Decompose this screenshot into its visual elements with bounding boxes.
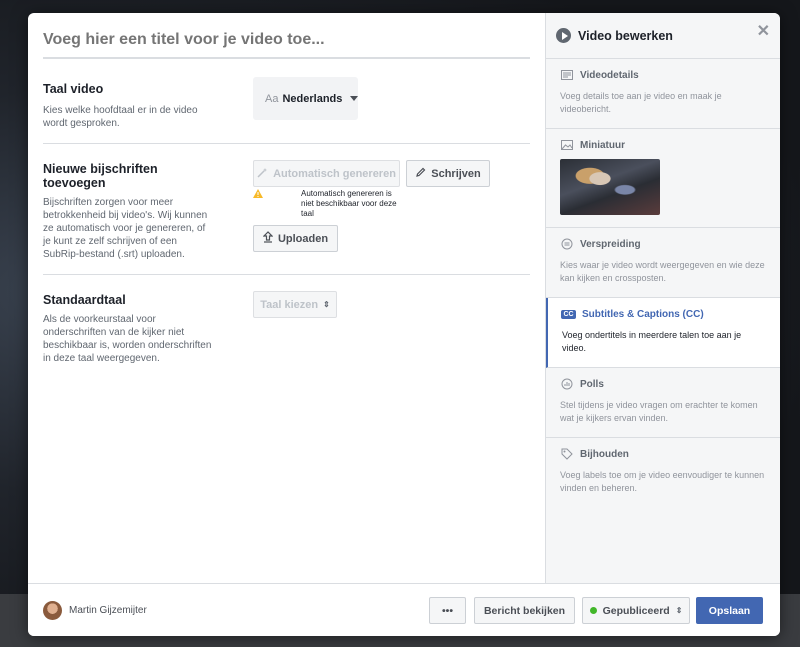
view-post-button[interactable]: Bericht bekijken — [474, 597, 575, 624]
play-icon — [556, 28, 571, 43]
cc-icon: CC — [561, 309, 576, 319]
sidebar-header: Video bewerken ✕ — [546, 13, 780, 59]
publish-status-select[interactable]: Gepubliceerd ⇕ — [582, 597, 690, 624]
captions-panel: Taal video Kies welke hoofdtaal er in de… — [28, 13, 545, 583]
distribution-icon — [560, 238, 573, 250]
save-button[interactable]: Opslaan — [696, 597, 763, 624]
add-captions-title: Nieuwe bijschriften toevoegen — [43, 162, 158, 190]
video-language-select[interactable]: Aa Nederlands — [253, 77, 359, 120]
published-status-dot — [589, 607, 597, 614]
video-language-value: Nederlands — [282, 92, 343, 105]
sidebar-item-verspreiding[interactable]: Verspreiding Kies waar je video wordt we… — [546, 228, 780, 298]
close-icon[interactable]: ✕ — [757, 21, 770, 41]
font-icon: Aa — [265, 92, 279, 105]
pencil-icon — [415, 167, 426, 181]
sidebar-title: Video bewerken — [578, 28, 673, 43]
avatar — [43, 601, 62, 620]
video-language-section: Taal video Kies welke hoofdtaal er in de… — [43, 59, 530, 144]
edit-video-sidebar: Video bewerken ✕ Videodetails Voeg detai… — [545, 13, 780, 583]
magic-wand-icon — [257, 167, 268, 181]
default-language-section: Standaardtaal Als de voorkeurstaal voor … — [43, 275, 530, 395]
video-thumbnail[interactable] — [560, 159, 660, 215]
choose-language-select[interactable]: Taal kiezen ⇕ — [253, 291, 337, 318]
dialog-footer: Martin Gijzemijter ••• Bericht bekijken … — [28, 583, 780, 636]
image-icon — [560, 139, 573, 151]
tag-icon — [560, 448, 573, 460]
sidebar-item-miniatuur[interactable]: Miniatuur — [546, 129, 780, 228]
video-title-input[interactable] — [43, 13, 530, 59]
sidebar-item-videodetails[interactable]: Videodetails Voeg details toe aan je vid… — [546, 59, 780, 129]
details-icon — [560, 69, 573, 81]
edit-video-dialog: Taal video Kies welke hoofdtaal er in de… — [28, 13, 780, 636]
add-captions-section: Nieuwe bijschriften toevoegen Bijschrift… — [43, 144, 530, 275]
caret-down-icon — [350, 96, 359, 101]
sort-arrows-icon: ⇕ — [323, 300, 330, 309]
add-captions-description: Bijschriften zorgen voor meer betrokkenh… — [43, 197, 208, 260]
sidebar-item-bijhouden[interactable]: Bijhouden Voeg labels toe om je video ee… — [546, 438, 780, 507]
default-language-title: Standaardtaal — [43, 293, 126, 307]
default-language-description: Als de voorkeurstaal voor onderschriften… — [43, 314, 212, 364]
poll-icon — [560, 378, 573, 390]
video-language-title: Taal video — [43, 82, 104, 96]
sidebar-item-polls[interactable]: Polls Stel tijdens je video vragen om er… — [546, 368, 780, 438]
sidebar-item-subtitles[interactable]: CC Subtitles & Captions (CC) Voeg ondert… — [546, 298, 780, 368]
write-button[interactable]: Schrijven — [406, 160, 490, 187]
warning-icon — [253, 189, 263, 201]
more-icon: ••• — [441, 604, 454, 617]
upload-button[interactable]: Uploaden — [253, 225, 338, 252]
user-name: Martin Gijzemijter — [69, 605, 147, 616]
sort-arrows-icon: ⇕ — [675, 606, 683, 615]
auto-generate-button[interactable]: Automatisch genereren — [253, 160, 400, 187]
upload-icon — [262, 231, 274, 246]
more-options-button[interactable]: ••• — [429, 597, 466, 624]
video-language-description: Kies welke hoofdtaal er in de video word… — [43, 105, 198, 129]
